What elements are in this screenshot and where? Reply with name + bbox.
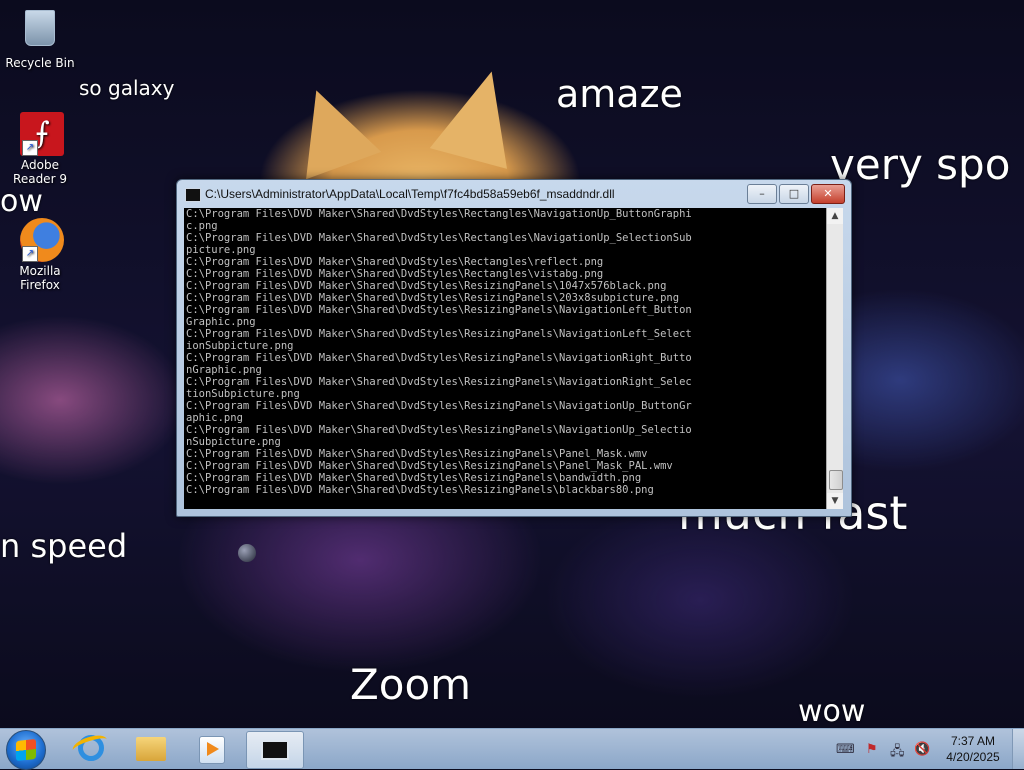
console-window[interactable]: C:\Users\Administrator\AppData\Local\Tem… (176, 179, 852, 517)
desktop-icon-label: Mozilla Firefox (19, 264, 61, 292)
window-titlebar[interactable]: C:\Users\Administrator\AppData\Local\Tem… (177, 180, 851, 208)
console-line: C:\Program Files\DVD Maker\Shared\DvdSty… (186, 292, 680, 304)
meme-text-n-speed: n speed (0, 527, 128, 565)
scroll-up-arrow-icon[interactable]: ▲ (827, 208, 843, 224)
desktop-icon-firefox[interactable]: ↗ Mozilla Firefox (0, 218, 80, 292)
console-icon (261, 740, 289, 760)
meme-text-wow: wow (798, 694, 866, 729)
taskbar: ⌨ ⚑ 🖧 🔇 7:37 AM 4/20/2025 (0, 728, 1024, 770)
maximize-button[interactable]: □ (779, 184, 809, 204)
desktop-icon-recycle-bin[interactable]: Recycle Bin (0, 6, 80, 70)
console-line: C:\Program Files\DVD Maker\Shared\DvdSty… (186, 352, 692, 364)
scrollbar-thumb[interactable] (829, 470, 843, 490)
system-clock[interactable]: 7:37 AM 4/20/2025 (938, 733, 1008, 765)
wallpaper-planet (238, 544, 256, 562)
taskbar-console-window[interactable] (246, 731, 304, 769)
adobe-reader-icon: ⨍ ↗ (20, 112, 64, 156)
console-output[interactable]: C:\Program Files\DVD Maker\Shared\DvdSty… (184, 208, 826, 509)
network-icon[interactable]: 🖧 (890, 742, 905, 764)
start-button[interactable] (6, 730, 46, 770)
console-line: aphic.png (186, 412, 243, 424)
action-center-flag-icon[interactable]: ⚑ (866, 742, 878, 757)
console-line: C:\Program Files\DVD Maker\Shared\DvdSty… (186, 208, 692, 220)
window-title: C:\Users\Administrator\AppData\Local\Tem… (205, 187, 615, 201)
console-line: nGraphic.png (186, 364, 262, 376)
meme-text-so-galaxy: so galaxy (79, 76, 175, 100)
console-line: C:\Program Files\DVD Maker\Shared\DvdSty… (186, 232, 692, 244)
keyboard-icon[interactable]: ⌨ (836, 742, 855, 757)
folder-icon (136, 737, 166, 761)
shortcut-arrow-icon: ↗ (22, 246, 38, 262)
console-line: Graphic.png (186, 316, 256, 328)
taskbar-media-player[interactable] (182, 731, 238, 767)
console-line: nSubpicture.png (186, 436, 281, 448)
meme-text-ow: ow (0, 184, 43, 219)
show-desktop-button[interactable] (1012, 729, 1024, 769)
taskbar-file-explorer[interactable] (122, 731, 178, 767)
vertical-scrollbar[interactable]: ▲ ▼ (826, 208, 843, 509)
console-line: C:\Program Files\DVD Maker\Shared\DvdSty… (186, 376, 692, 388)
console-line: C:\Program Files\DVD Maker\Shared\DvdSty… (186, 424, 692, 436)
clock-date: 4/20/2025 (946, 750, 1000, 764)
windows-logo-icon (16, 738, 36, 762)
console-line: picture.png (186, 244, 256, 256)
desktop-icon-label: Recycle Bin (5, 56, 75, 70)
close-button[interactable]: ✕ (811, 184, 845, 204)
meme-text-zoom: Zoom (350, 660, 472, 709)
console-line: C:\Program Files\DVD Maker\Shared\DvdSty… (186, 472, 642, 484)
console-line: ionSubpicture.png (186, 340, 294, 352)
desktop-icon-adobe-reader[interactable]: ⨍ ↗ Adobe Reader 9 (0, 112, 80, 186)
console-line: C:\Program Files\DVD Maker\Shared\DvdSty… (186, 268, 604, 280)
taskbar-internet-explorer[interactable] (62, 731, 118, 767)
recycle-bin-icon (20, 10, 60, 54)
play-icon (207, 742, 219, 756)
volume-muted-icon[interactable]: 🔇 (914, 742, 930, 757)
console-line: c.png (186, 220, 218, 232)
console-line: tionSubpicture.png (186, 388, 300, 400)
clock-time: 7:37 AM (950, 734, 996, 748)
console-line: C:\Program Files\DVD Maker\Shared\DvdSty… (186, 280, 667, 292)
console-icon (185, 188, 201, 202)
console-line: C:\Program Files\DVD Maker\Shared\DvdSty… (186, 448, 648, 460)
console-line: C:\Program Files\DVD Maker\Shared\DvdSty… (186, 484, 654, 496)
meme-text-very-spo: very spo (830, 140, 1011, 189)
desktop-icon-label: Adobe Reader 9 (13, 158, 67, 186)
minimize-button[interactable]: – (747, 184, 777, 204)
console-line: C:\Program Files\DVD Maker\Shared\DvdSty… (186, 460, 673, 472)
console-line: C:\Program Files\DVD Maker\Shared\DvdSty… (186, 328, 692, 340)
shortcut-arrow-icon: ↗ (22, 140, 38, 156)
firefox-icon: ↗ (20, 218, 64, 262)
meme-text-amaze: amaze (556, 72, 683, 116)
console-line: C:\Program Files\DVD Maker\Shared\DvdSty… (186, 304, 692, 316)
scroll-down-arrow-icon[interactable]: ▼ (827, 493, 843, 509)
console-line: C:\Program Files\DVD Maker\Shared\DvdSty… (186, 256, 604, 268)
console-line: C:\Program Files\DVD Maker\Shared\DvdSty… (186, 400, 692, 412)
